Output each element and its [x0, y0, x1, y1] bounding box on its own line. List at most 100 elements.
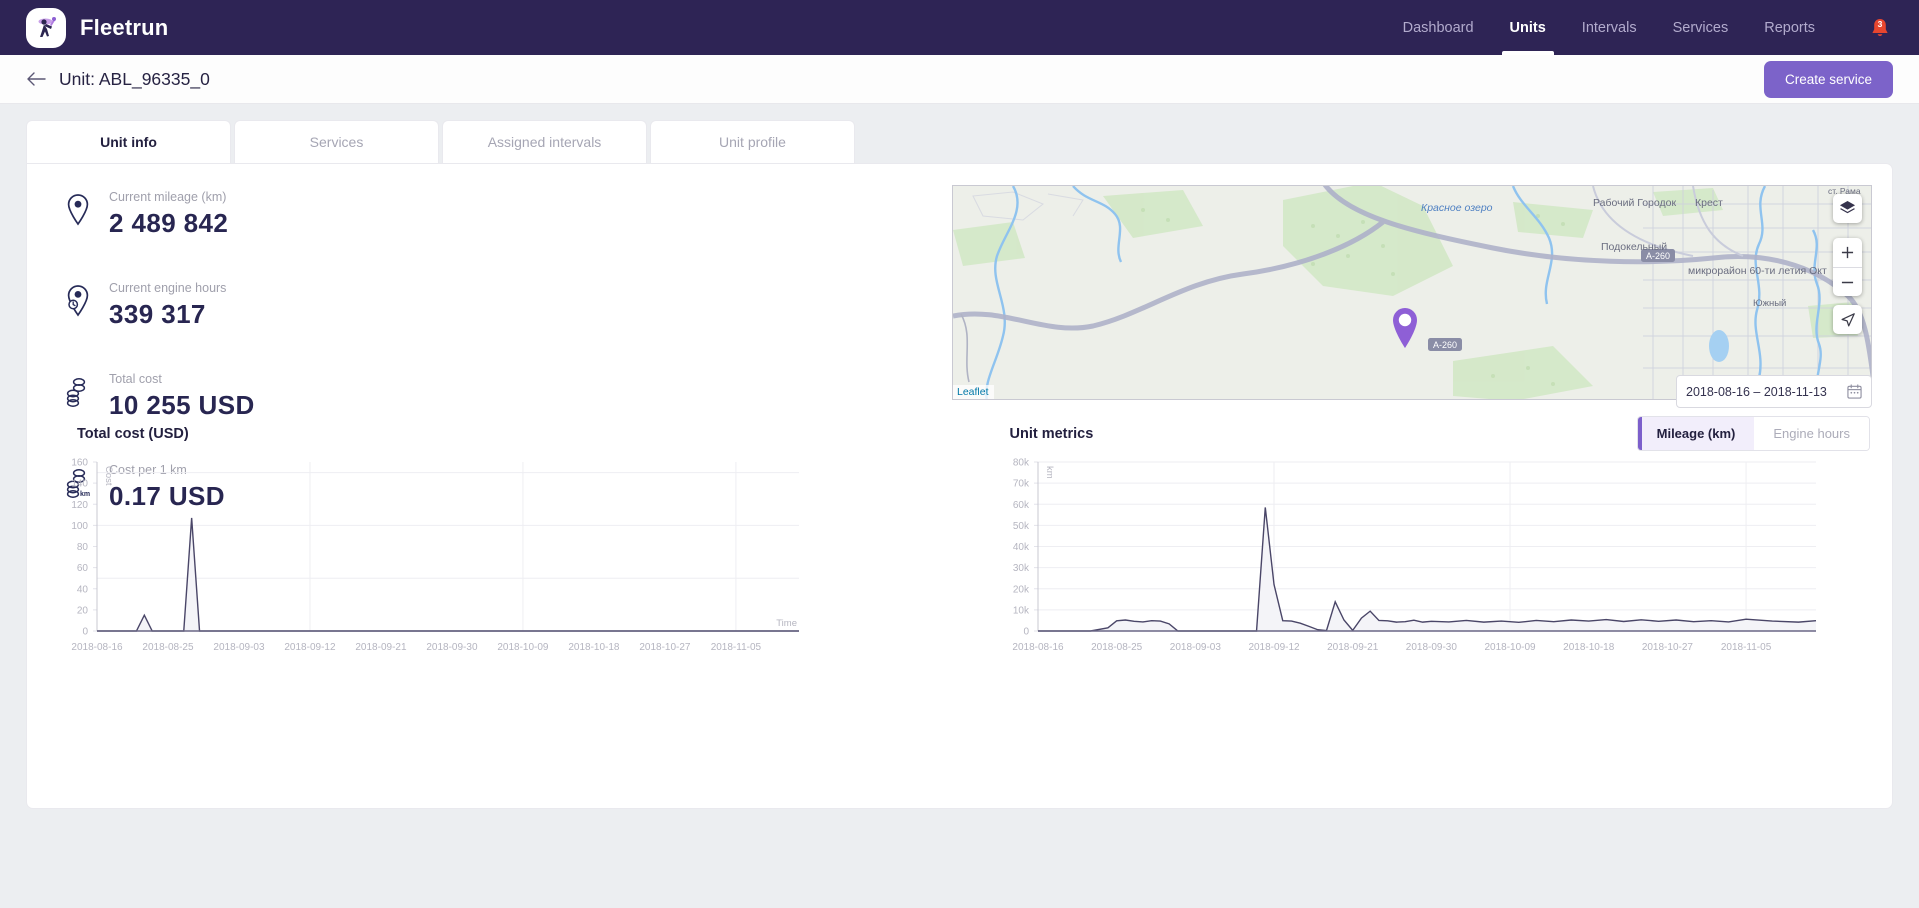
svg-text:2018-08-16: 2018-08-16 — [71, 642, 123, 653]
nav-item-intervals[interactable]: Intervals — [1582, 0, 1637, 55]
svg-text:Time: Time — [776, 618, 797, 629]
plus-icon[interactable] — [1833, 238, 1862, 267]
unit-metrics-chart[interactable]: 0 10k 20k 30k 40k 50k 60k 70k 80k km 2018-08-16 201… — [982, 452, 1871, 667]
svg-text:20: 20 — [77, 605, 89, 616]
brand-name: Fleetrun — [80, 15, 168, 41]
stat-total-cost: Total cost 10 255 USD — [47, 372, 527, 421]
svg-text:0: 0 — [1023, 627, 1029, 638]
nav-item-units[interactable]: Units — [1510, 0, 1546, 55]
svg-text:100: 100 — [71, 521, 88, 532]
stat-current-mileage: Current mileage (km) 2 489 842 — [47, 190, 527, 239]
svg-text:Рабочий Городок: Рабочий Городок — [1593, 197, 1676, 209]
tab-services[interactable]: Services — [234, 120, 439, 163]
stat-label: Current mileage (km) — [109, 190, 228, 205]
svg-text:2018-08-16: 2018-08-16 — [1012, 642, 1064, 653]
nav-item-services[interactable]: Services — [1673, 0, 1729, 55]
nav-item-reports[interactable]: Reports — [1764, 0, 1815, 55]
minus-icon[interactable] — [1833, 267, 1862, 296]
unit-metrics-chart-panel: Unit metrics Mileage (km) Engine hours 0… — [960, 426, 1893, 667]
calendar-icon — [1847, 384, 1862, 399]
svg-text:70k: 70k — [1012, 479, 1029, 490]
svg-text:микрорайон 60-ти летия Окт: микрорайон 60-ти летия Окт — [1688, 265, 1827, 277]
brand[interactable]: Fleetrun — [26, 8, 168, 48]
metric-btn-engine-hours[interactable]: Engine hours — [1754, 417, 1869, 450]
svg-text:2018-09-30: 2018-09-30 — [426, 642, 478, 653]
svg-text:2018-09-03: 2018-09-03 — [213, 642, 265, 653]
nav-item-dashboard[interactable]: Dashboard — [1403, 0, 1474, 55]
svg-text:Cost: Cost — [103, 466, 114, 486]
svg-text:Красное озеро: Красное озеро — [1421, 202, 1493, 214]
svg-text:2018-09-21: 2018-09-21 — [1327, 642, 1379, 653]
svg-text:A-260: A-260 — [1433, 340, 1457, 350]
charts-section: Total cost (USD) 020406080100120140160Co… — [27, 426, 1892, 667]
date-range-value: 2018-08-16 – 2018-11-13 — [1686, 385, 1841, 399]
svg-text:Подокельный: Подокельный — [1601, 241, 1667, 253]
page-subheader: Unit: ABL_96335_0 Create service — [0, 55, 1919, 104]
svg-text:80: 80 — [77, 542, 89, 553]
svg-text:2018-10-18: 2018-10-18 — [568, 642, 620, 653]
metric-toggle: Mileage (km) Engine hours — [1637, 416, 1870, 451]
svg-text:2018-09-21: 2018-09-21 — [355, 642, 407, 653]
total-cost-chart[interactable]: 020406080100120140160Cost2018-08-162018-… — [49, 452, 938, 667]
svg-text:40k: 40k — [1012, 542, 1029, 553]
svg-text:2018-08-25: 2018-08-25 — [142, 642, 194, 653]
locate-control[interactable] — [1833, 305, 1862, 334]
stat-value: 2 489 842 — [109, 208, 228, 239]
svg-text:2018-10-09: 2018-10-09 — [497, 642, 549, 653]
scooter-rider-icon — [31, 13, 61, 43]
svg-text:120: 120 — [71, 500, 88, 511]
svg-text:2018-10-27: 2018-10-27 — [1641, 642, 1693, 653]
svg-text:40: 40 — [77, 584, 89, 595]
svg-text:20k: 20k — [1012, 584, 1029, 595]
svg-text:2018-08-25: 2018-08-25 — [1091, 642, 1143, 653]
map-pin-icon — [61, 190, 95, 230]
svg-text:2018-09-12: 2018-09-12 — [284, 642, 336, 653]
stat-label: Total cost — [109, 372, 255, 387]
svg-text:2018-09-03: 2018-09-03 — [1169, 642, 1221, 653]
svg-text:2018-10-18: 2018-10-18 — [1563, 642, 1615, 653]
stat-label: Current engine hours — [109, 281, 226, 296]
page-title: Unit: ABL_96335_0 — [59, 69, 210, 90]
unit-location-map[interactable]: A-260 A-260 Красное озеро Рабочий Городо… — [952, 185, 1872, 400]
app-logo — [26, 8, 66, 48]
svg-text:2018-11-05: 2018-11-05 — [1720, 642, 1771, 653]
date-range-picker[interactable]: 2018-08-16 – 2018-11-13 — [1676, 375, 1872, 408]
svg-text:2018-11-05: 2018-11-05 — [711, 642, 762, 653]
svg-text:Крест: Крест — [1695, 197, 1723, 209]
leaflet-attribution[interactable]: Leaflet — [953, 385, 994, 399]
svg-text:km: km — [1044, 466, 1055, 479]
unit-info-panel: Current mileage (km) 2 489 842 Current e… — [26, 163, 1893, 809]
svg-text:2018-09-12: 2018-09-12 — [1248, 642, 1300, 653]
svg-text:140: 140 — [71, 479, 88, 490]
map-pin-clock-icon — [61, 281, 95, 321]
coins-icon — [61, 372, 95, 412]
tab-unit-info[interactable]: Unit info — [26, 120, 231, 163]
svg-text:60k: 60k — [1012, 500, 1029, 511]
svg-text:2018-09-30: 2018-09-30 — [1405, 642, 1457, 653]
svg-text:10k: 10k — [1012, 605, 1029, 616]
svg-text:60: 60 — [77, 563, 89, 574]
svg-text:0: 0 — [82, 627, 88, 638]
top-navigation-bar: Fleetrun Dashboard Units Intervals Servi… — [0, 0, 1919, 55]
notifications-button[interactable]: 3 — [1867, 15, 1893, 41]
zoom-controls[interactable] — [1833, 238, 1862, 296]
total-cost-chart-panel: Total cost (USD) 020406080100120140160Co… — [27, 426, 960, 667]
svg-text:80k: 80k — [1012, 458, 1029, 469]
metric-btn-mileage[interactable]: Mileage (km) — [1638, 417, 1755, 450]
stat-value: 10 255 USD — [109, 390, 255, 421]
back-button[interactable] — [26, 68, 48, 90]
svg-text:2018-10-27: 2018-10-27 — [639, 642, 691, 653]
tab-assigned-intervals[interactable]: Assigned intervals — [442, 120, 647, 163]
layers-icon — [1833, 194, 1862, 223]
chart-title-total-cost: Total cost (USD) — [77, 426, 938, 442]
svg-text:30k: 30k — [1012, 563, 1029, 574]
nav-items: Dashboard Units Intervals Services Repor… — [1403, 0, 1893, 55]
stat-value: 339 317 — [109, 299, 226, 330]
svg-text:50k: 50k — [1012, 521, 1029, 532]
tab-unit-profile[interactable]: Unit profile — [650, 120, 855, 163]
notification-count: 3 — [1878, 15, 1883, 29]
layers-control[interactable] — [1833, 194, 1862, 223]
stat-current-engine-hours: Current engine hours 339 317 — [47, 281, 527, 330]
svg-text:2018-10-09: 2018-10-09 — [1484, 642, 1536, 653]
create-service-button[interactable]: Create service — [1764, 61, 1893, 98]
